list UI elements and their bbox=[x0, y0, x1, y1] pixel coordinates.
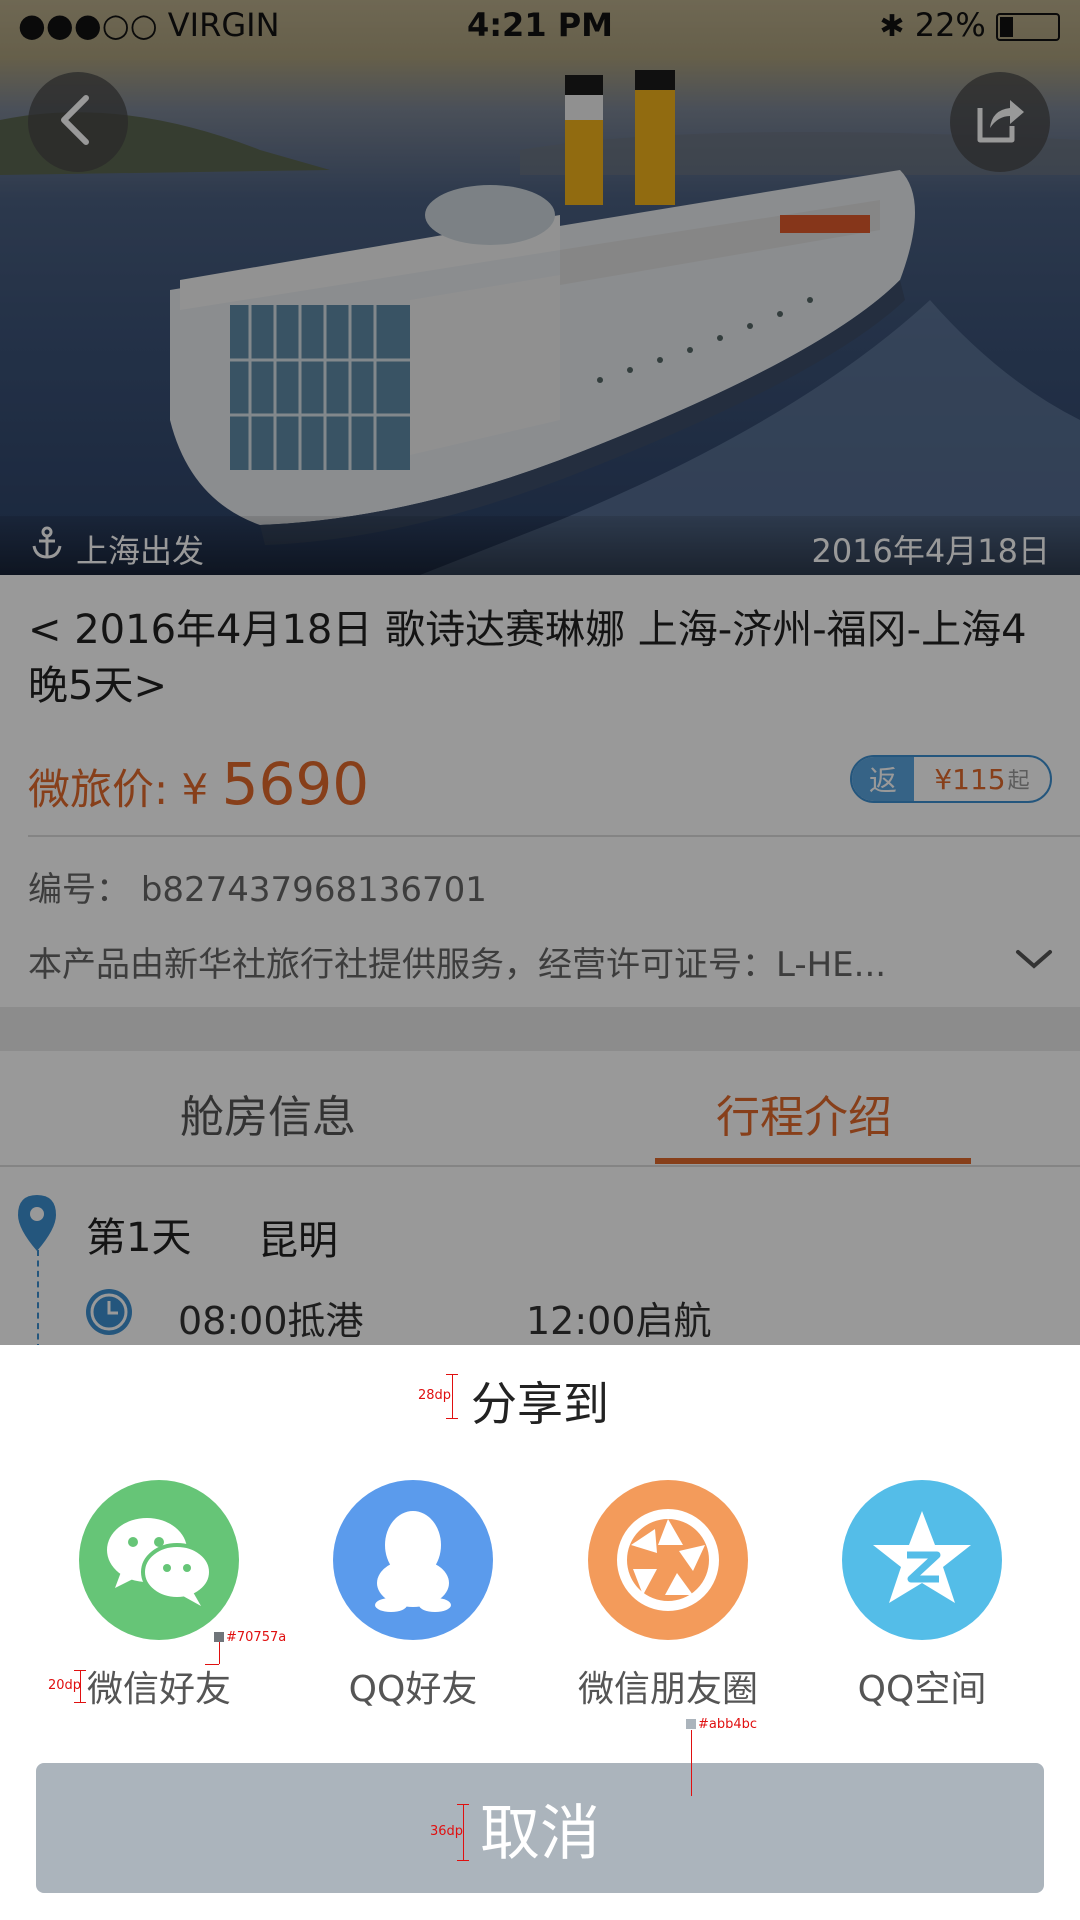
cancel-button[interactable]: 取消 bbox=[36, 1763, 1044, 1893]
share-qzone-button[interactable] bbox=[842, 1480, 1002, 1640]
color-swatch bbox=[214, 1632, 224, 1642]
annotation-label-color: #70757a bbox=[226, 1630, 287, 1645]
share-qzone-label: QQ空间 bbox=[857, 1669, 987, 1710]
share-qq-button[interactable] bbox=[333, 1480, 493, 1640]
color-swatch bbox=[686, 1719, 696, 1729]
share-moments-button[interactable] bbox=[588, 1480, 748, 1640]
annotation-line bbox=[74, 1670, 86, 1671]
annotation-line bbox=[446, 1418, 458, 1419]
annotation-line bbox=[463, 1804, 464, 1860]
annotation-label-size: 20dp bbox=[48, 1678, 82, 1693]
moments-icon bbox=[588, 1480, 748, 1640]
wechat-icon bbox=[79, 1480, 239, 1640]
annotation-line bbox=[691, 1730, 692, 1796]
annotation-line bbox=[457, 1860, 469, 1861]
annotation-line bbox=[74, 1702, 86, 1703]
share-wechat-button[interactable] bbox=[79, 1480, 239, 1640]
share-title: 分享到 bbox=[471, 1377, 609, 1431]
share-qq-label: QQ好友 bbox=[348, 1669, 478, 1710]
annotation-line bbox=[205, 1664, 219, 1665]
annotation-line bbox=[80, 1670, 81, 1702]
annotation-line bbox=[219, 1642, 220, 1664]
share-wechat-label: 微信好友 bbox=[86, 1669, 231, 1710]
qq-icon bbox=[333, 1480, 493, 1640]
annotation-button-color: #abb4bc bbox=[698, 1717, 758, 1732]
annotation-line bbox=[452, 1374, 453, 1418]
annotation-button-text-size: 36dp bbox=[430, 1824, 464, 1839]
qzone-icon bbox=[842, 1480, 1002, 1640]
annotation-title-size: 28dp bbox=[418, 1388, 452, 1403]
share-moments-label: 微信朋友圈 bbox=[577, 1669, 758, 1710]
annotation-line bbox=[457, 1804, 469, 1805]
modal-overlay[interactable] bbox=[0, 0, 1080, 1345]
annotation-line bbox=[446, 1374, 458, 1375]
